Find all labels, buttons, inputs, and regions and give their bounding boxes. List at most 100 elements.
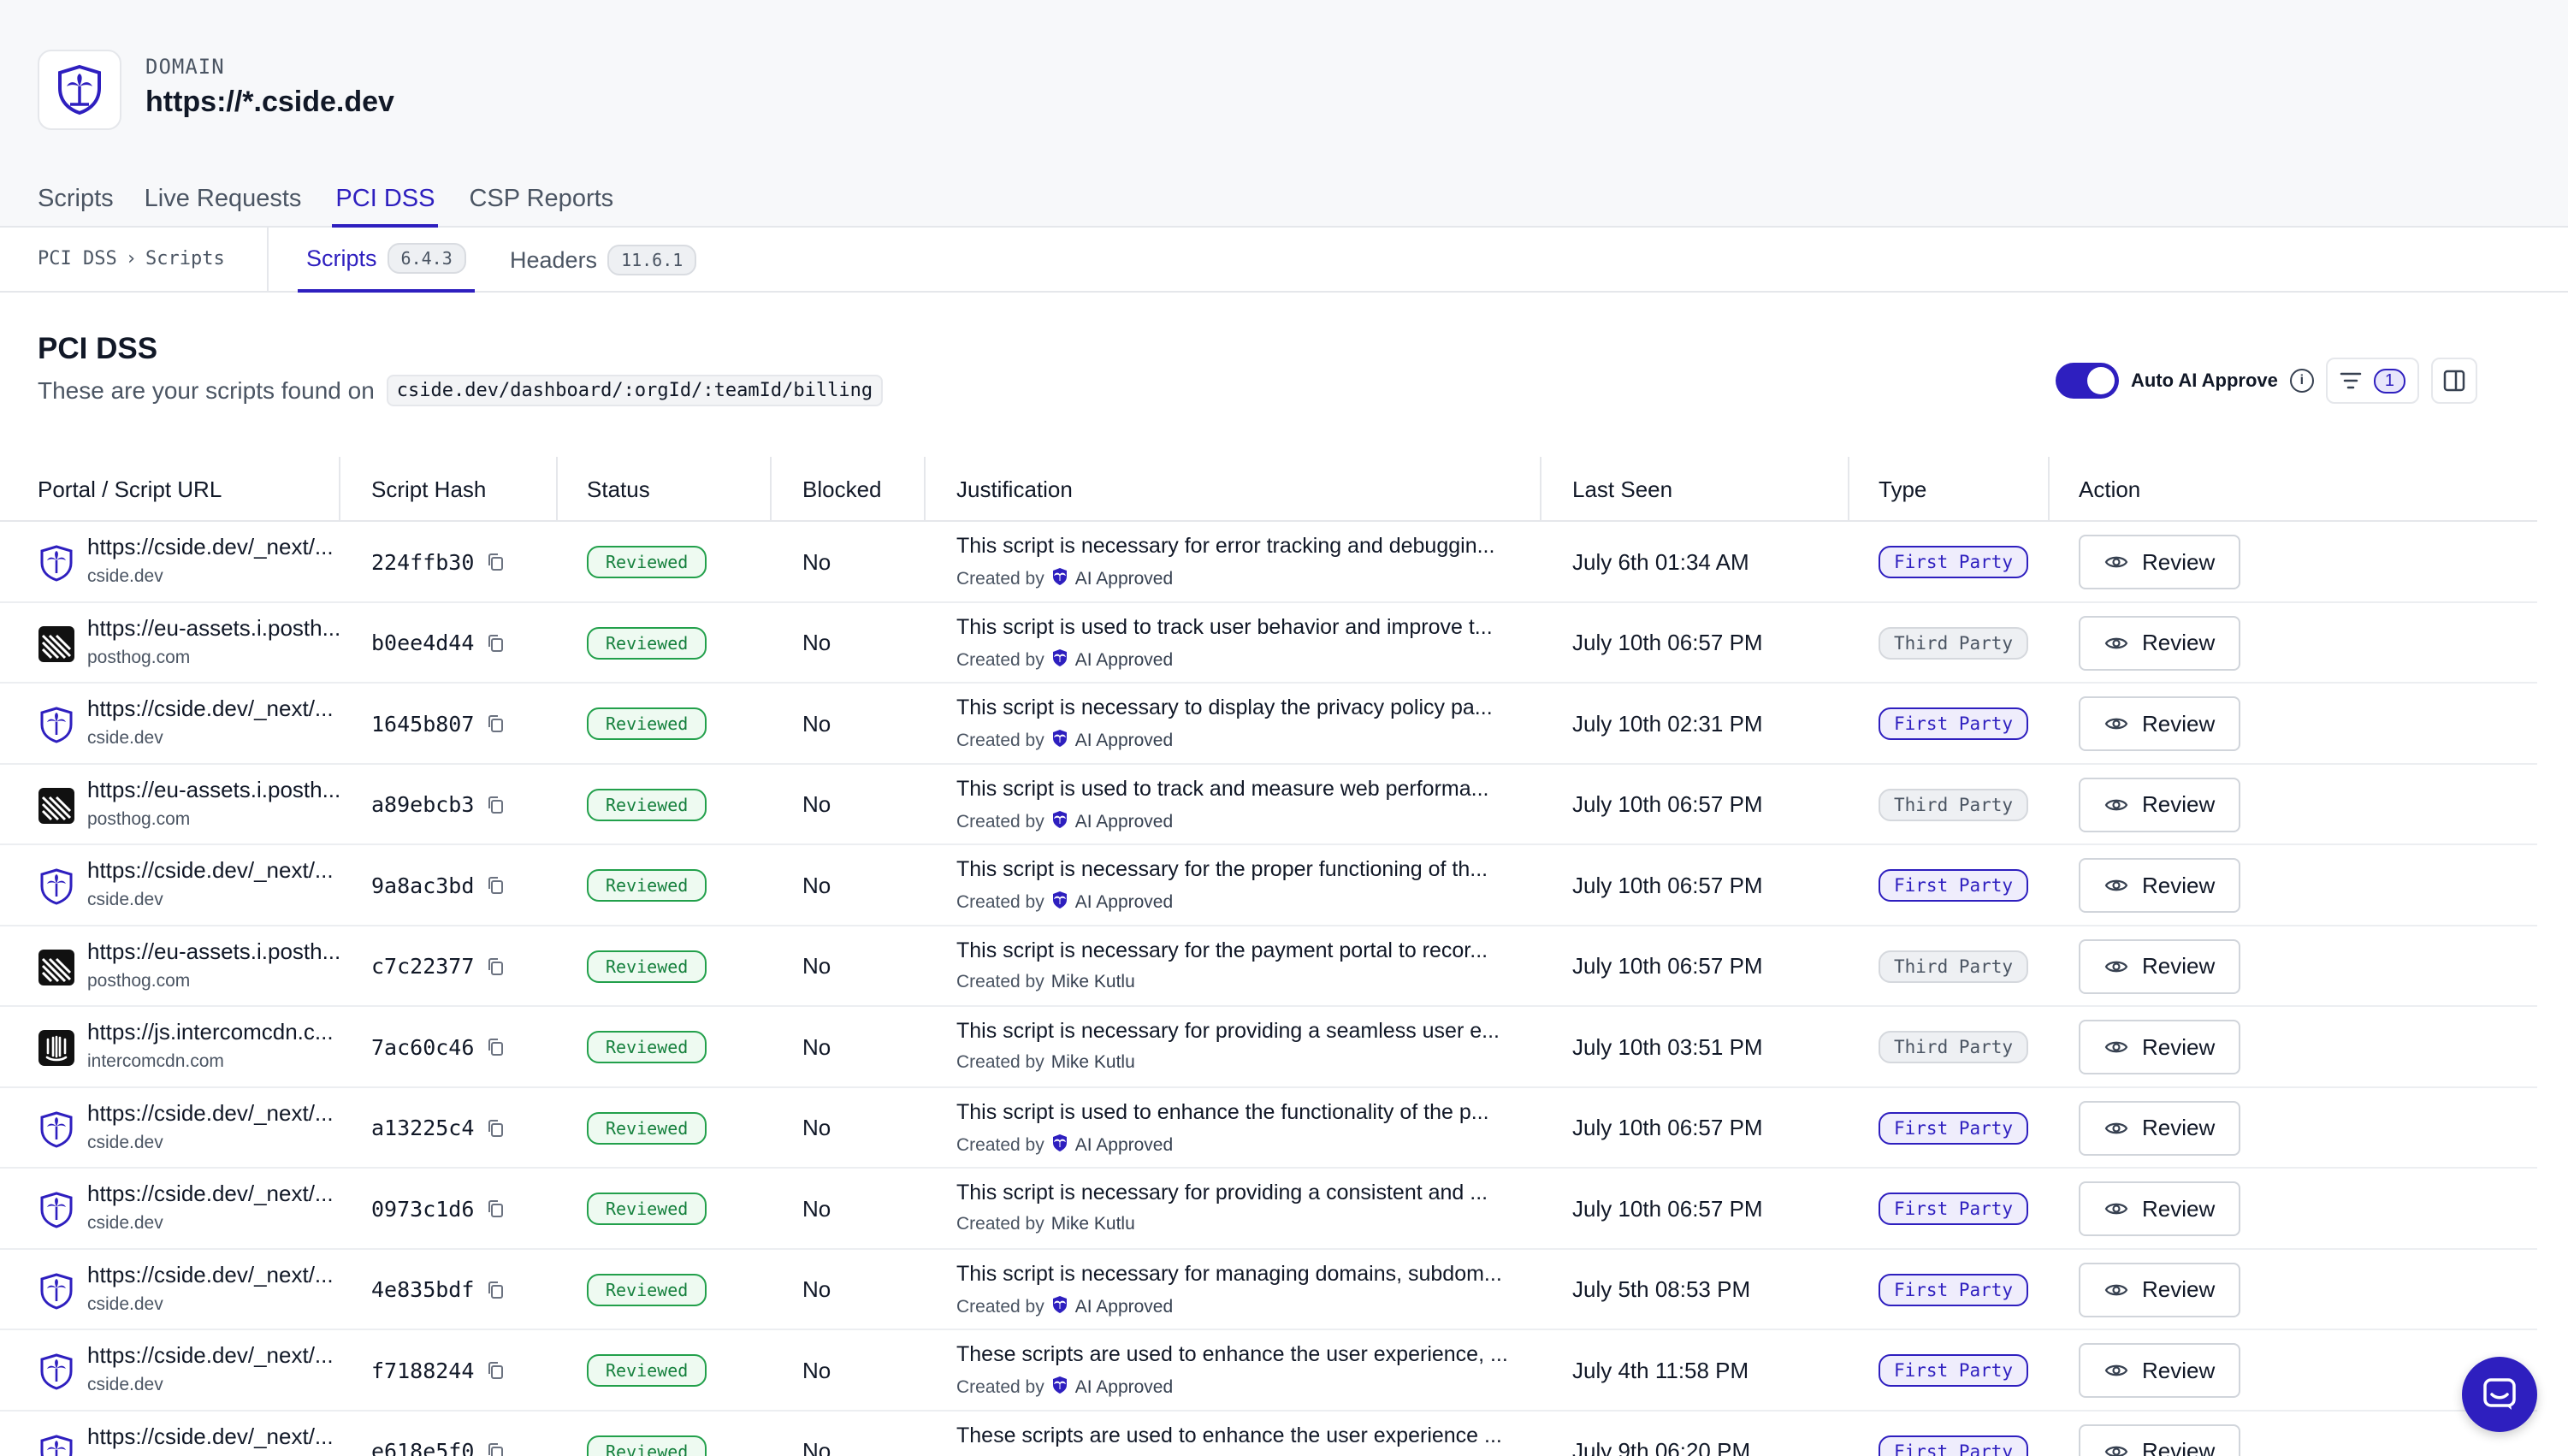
page-subtitle: These are your scripts found on cside.de… <box>38 375 884 406</box>
subtab-headers[interactable]: Headers 11.6.1 <box>510 228 697 293</box>
review-button[interactable]: Review <box>2079 1181 2241 1236</box>
column-divider <box>2048 457 2050 522</box>
column-header-hash[interactable]: Script Hash <box>371 457 486 522</box>
last-seen-value: July 4th 11:58 PM <box>1572 1357 1749 1383</box>
auto-ai-approve-toggle[interactable] <box>2055 363 2119 399</box>
copy-icon[interactable] <box>486 875 505 896</box>
toggle-panel-button[interactable] <box>2431 358 2477 404</box>
created-by-label: Created by <box>956 1052 1044 1072</box>
review-button[interactable]: Review <box>2079 938 2241 994</box>
script-url[interactable]: https://cside.dev/_next/... <box>87 1100 334 1127</box>
column-divider <box>1540 457 1541 522</box>
last-seen-value: July 5th 08:53 PM <box>1572 1276 1751 1302</box>
hash-cell: 9a8ac3bd <box>371 845 505 926</box>
column-header-blocked[interactable]: Blocked <box>802 457 882 522</box>
cside-shield-icon <box>38 1352 75 1390</box>
cside-shield-icon <box>38 1434 75 1456</box>
script-url[interactable]: https://cside.dev/_next/... <box>87 1342 334 1369</box>
type-cell: Third Party <box>1879 603 2029 684</box>
tab-csp-reports[interactable]: CSP Reports <box>469 178 613 228</box>
column-header-justification[interactable]: Justification <box>956 457 1073 522</box>
review-button[interactable]: Review <box>2079 1100 2241 1156</box>
created-by-label: Created by <box>956 1377 1044 1397</box>
action-cell: Review <box>2079 1250 2241 1330</box>
script-url[interactable]: https://cside.dev/_next/... <box>87 857 334 884</box>
script-hash: 9a8ac3bd <box>371 873 475 898</box>
column-divider <box>556 457 558 522</box>
ai-shield-slot <box>1051 810 1068 834</box>
review-button[interactable]: Review <box>2079 858 2241 913</box>
copy-icon[interactable] <box>486 1280 505 1300</box>
column-header-type[interactable]: Type <box>1879 457 1926 522</box>
review-button-label: Review <box>2142 1276 2216 1302</box>
script-url[interactable]: https://cside.dev/_next/... <box>87 695 334 722</box>
type-badge: First Party <box>1879 1354 2029 1387</box>
ai-shield-icon <box>1052 730 1067 747</box>
script-url[interactable]: https://eu-assets.i.posth... <box>87 615 340 642</box>
chat-launcher-button[interactable] <box>2462 1357 2537 1432</box>
review-button[interactable]: Review <box>2079 1343 2241 1398</box>
blocked-value: No <box>802 548 831 575</box>
tab-pci-dss[interactable]: PCI DSS <box>332 178 439 228</box>
created-by-label: Created by <box>956 892 1044 912</box>
script-url[interactable]: https://eu-assets.i.posth... <box>87 777 340 803</box>
status-badge: Reviewed <box>587 546 707 578</box>
script-url[interactable]: https://cside.dev/_next/... <box>87 534 334 560</box>
created-by: Created by AI Approved <box>956 729 1173 753</box>
script-url[interactable]: https://js.intercomcdn.c... <box>87 1019 334 1045</box>
last-seen-value: July 10th 02:31 PM <box>1572 710 1763 737</box>
copy-icon[interactable] <box>486 956 505 977</box>
status-cell: Reviewed <box>587 1250 707 1330</box>
script-url[interactable]: https://cside.dev/_next/... <box>87 1181 334 1207</box>
breadcrumb-item-pci-dss[interactable]: PCI DSS <box>38 248 117 269</box>
script-url[interactable]: https://cside.dev/_next/... <box>87 1423 334 1450</box>
review-button[interactable]: Review <box>2079 1423 2241 1456</box>
table-header: Portal / Script URL Script Hash Status B… <box>0 457 2537 522</box>
review-button[interactable]: Review <box>2079 535 2241 589</box>
copy-icon[interactable] <box>486 1199 505 1219</box>
script-url[interactable]: https://eu-assets.i.posth... <box>87 938 340 965</box>
review-button[interactable]: Review <box>2079 696 2241 751</box>
created-by-label: Created by <box>956 649 1044 670</box>
filter-button[interactable]: 1 <box>2325 358 2419 404</box>
table-row: https://cside.dev/_next/... cside.dev 9a… <box>0 845 2537 926</box>
copy-icon[interactable] <box>486 795 505 815</box>
script-hash: b0ee4d44 <box>371 630 475 655</box>
info-icon[interactable]: i <box>2289 369 2314 393</box>
eye-icon <box>2104 961 2128 972</box>
type-badge: First Party <box>1879 1193 2029 1225</box>
hash-cell: c7c22377 <box>371 926 505 1007</box>
hash-cell: b0ee4d44 <box>371 603 505 684</box>
action-cell: Review <box>2079 1088 2241 1169</box>
copy-icon[interactable] <box>486 1118 505 1139</box>
action-cell: Review <box>2079 1007 2241 1087</box>
copy-icon[interactable] <box>486 1360 505 1381</box>
copy-icon[interactable] <box>486 1441 505 1456</box>
copy-icon[interactable] <box>486 633 505 654</box>
tab-live-requests[interactable]: Live Requests <box>145 178 302 228</box>
review-button[interactable]: Review <box>2079 1262 2241 1317</box>
copy-icon[interactable] <box>486 1037 505 1057</box>
script-url[interactable]: https://cside.dev/_next/... <box>87 1262 334 1288</box>
column-header-last-seen[interactable]: Last Seen <box>1572 457 1672 522</box>
copy-icon[interactable] <box>486 713 505 734</box>
cside-shield-icon <box>38 544 75 582</box>
review-button[interactable]: Review <box>2079 777 2241 832</box>
column-header-status[interactable]: Status <box>587 457 650 522</box>
type-cell: First Party <box>1879 522 2029 602</box>
main-tabs: Scripts Live Requests PCI DSS CSP Report… <box>38 178 644 228</box>
script-domain: posthog.com <box>87 647 191 667</box>
type-cell: First Party <box>1879 1169 2029 1249</box>
column-header-url[interactable]: Portal / Script URL <box>38 457 222 522</box>
domain-value: https://*.cside.dev <box>145 86 394 118</box>
review-button[interactable]: Review <box>2079 1020 2241 1074</box>
script-domain: posthog.com <box>87 808 191 829</box>
review-button[interactable]: Review <box>2079 615 2241 671</box>
subtab-scripts[interactable]: Scripts 6.4.3 <box>298 228 475 293</box>
tab-scripts[interactable]: Scripts <box>38 178 114 228</box>
hash-cell: 1645b807 <box>371 684 505 764</box>
breadcrumb-item-scripts: Scripts <box>145 248 225 269</box>
justification-text: This script is necessary for the payment… <box>956 938 1488 962</box>
script-domain: cside.dev <box>87 1375 163 1394</box>
copy-icon[interactable] <box>486 552 505 572</box>
